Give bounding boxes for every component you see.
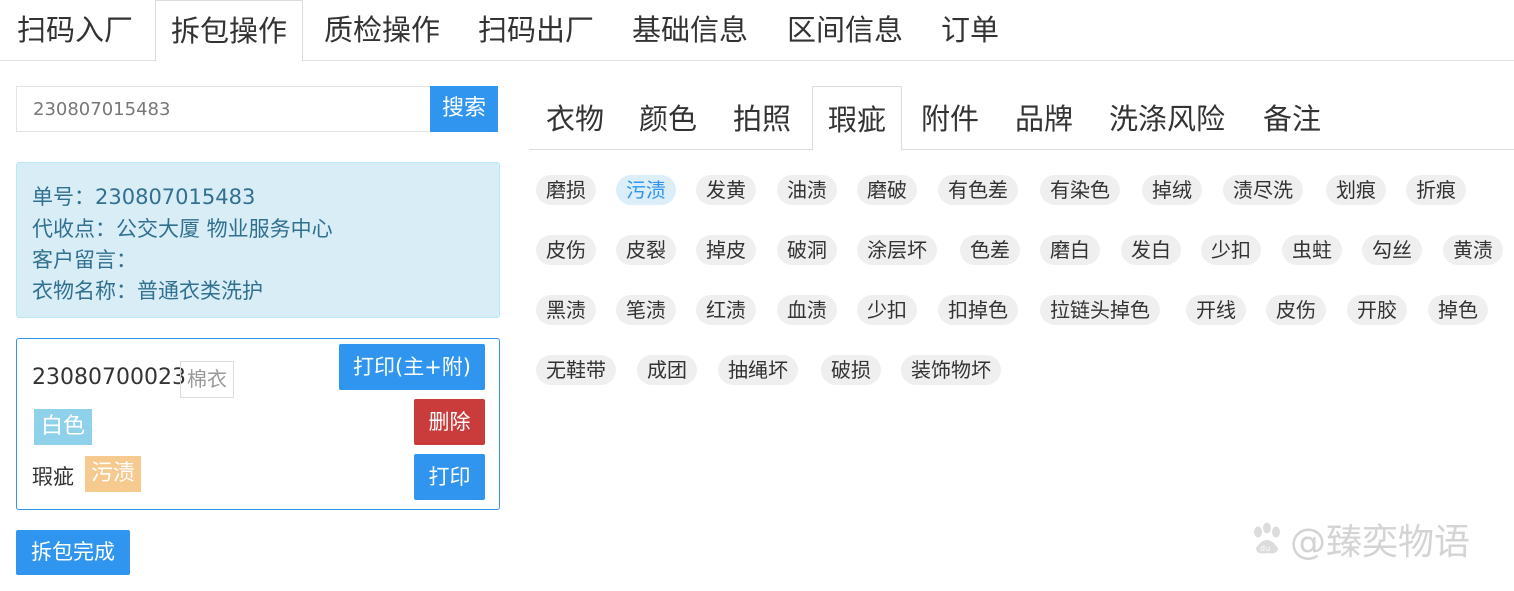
defect-chip[interactable]: 开胶 xyxy=(1347,295,1407,325)
item-name: 衣物名称：普通衣类洗护 xyxy=(32,279,263,303)
defect-chip[interactable]: 磨损 xyxy=(536,175,596,205)
tab-attachments[interactable]: 附件 xyxy=(921,86,979,150)
defect-chip[interactable]: 皮伤 xyxy=(536,235,596,265)
defect-chip[interactable]: 折痕 xyxy=(1406,175,1466,205)
defect-chip[interactable]: 掉色 xyxy=(1428,295,1488,325)
paw-logo-icon: du xyxy=(1254,522,1280,554)
defect-chip[interactable]: 油渍 xyxy=(777,175,837,205)
defect-chip[interactable]: 扣掉色 xyxy=(938,295,1018,325)
defect-chip[interactable]: 红渍 xyxy=(696,295,756,325)
defect-chip[interactable]: 拉链头掉色 xyxy=(1040,295,1160,325)
watermark-text: @臻奕物语 xyxy=(1290,522,1471,563)
defect-chip[interactable]: 笔渍 xyxy=(616,295,676,325)
tab-scan-in[interactable]: 扫码入厂 xyxy=(17,0,133,61)
order-info-panel: 单号：230807015483 代收点：公交大厦 物业服务中心 客户留言： 衣物… xyxy=(16,162,500,318)
defect-chip[interactable]: 涂层坏 xyxy=(857,235,937,265)
tab-brand[interactable]: 品牌 xyxy=(1015,86,1073,150)
defect-chip[interactable]: 渍尽洗 xyxy=(1223,175,1303,205)
order-number: 单号：230807015483 xyxy=(32,185,256,209)
collection-point: 代收点：公交大厦 物业服务中心 xyxy=(32,217,333,241)
tab-photo[interactable]: 拍照 xyxy=(733,86,791,150)
defect-chip[interactable]: 磨白 xyxy=(1040,235,1100,265)
defect-chip[interactable]: 少扣 xyxy=(1201,235,1261,265)
search-button[interactable]: 搜索 xyxy=(430,86,498,132)
defect-chip[interactable]: 无鞋带 xyxy=(536,355,616,385)
defect-chip[interactable]: 抽绳坏 xyxy=(718,355,798,385)
customer-note: 客户留言： xyxy=(32,248,137,272)
tab-scan-out[interactable]: 扫码出厂 xyxy=(478,0,594,61)
defect-chip[interactable]: 皮伤 xyxy=(1266,295,1326,325)
tab-unpack[interactable]: 拆包操作 xyxy=(155,0,304,62)
defect-chip[interactable]: 有染色 xyxy=(1040,175,1120,205)
defect-chip[interactable]: 血渍 xyxy=(777,295,837,325)
top-nav-tabs: 扫码入厂 拆包操作 质检操作 扫码出厂 基础信息 区间信息 订单 xyxy=(0,0,1514,62)
defect-chip[interactable]: 装饰物坏 xyxy=(901,355,1001,385)
tab-orders[interactable]: 订单 xyxy=(941,0,999,61)
defect-chip[interactable]: 掉绒 xyxy=(1142,175,1202,205)
defect-chip[interactable]: 划痕 xyxy=(1326,175,1386,205)
item-defect-tag: 污渍 xyxy=(85,456,142,492)
defect-chip[interactable]: 掉皮 xyxy=(696,235,756,265)
defect-title: 瑕疵 xyxy=(32,465,74,489)
tab-range-info[interactable]: 区间信息 xyxy=(787,0,903,61)
print-main-attachment-button[interactable]: 打印(主+附) xyxy=(339,344,485,390)
defect-chip[interactable]: 破洞 xyxy=(777,235,837,265)
defect-chip[interactable]: 皮裂 xyxy=(616,235,676,265)
defect-chip[interactable]: 破损 xyxy=(821,355,881,385)
tab-wash-risk[interactable]: 洗涤风险 xyxy=(1109,86,1225,150)
category-tabs: 衣物 颜色 拍照 瑕疵 附件 品牌 洗涤风险 备注 xyxy=(529,86,1514,151)
defect-chip[interactable]: 色差 xyxy=(960,235,1020,265)
item-number: 23080700023 xyxy=(32,365,186,390)
defect-chip[interactable]: 黄渍 xyxy=(1443,235,1503,265)
tab-color[interactable]: 颜色 xyxy=(639,86,697,150)
tab-remarks[interactable]: 备注 xyxy=(1263,86,1321,150)
tab-basic-info[interactable]: 基础信息 xyxy=(632,0,748,61)
item-type-tag: 棉衣 xyxy=(180,361,234,398)
print-button[interactable]: 打印 xyxy=(414,454,485,500)
defect-chip[interactable]: 少扣 xyxy=(857,295,917,325)
defect-chip[interactable]: 开线 xyxy=(1186,295,1246,325)
delete-button[interactable]: 删除 xyxy=(414,399,485,445)
search-input[interactable] xyxy=(16,86,431,132)
tab-clothing[interactable]: 衣物 xyxy=(546,86,604,150)
defect-chip[interactable]: 黑渍 xyxy=(536,295,596,325)
defect-chip[interactable]: 有色差 xyxy=(938,175,1018,205)
defect-chip[interactable]: 成团 xyxy=(637,355,697,385)
defect-chip[interactable]: 勾丝 xyxy=(1362,235,1422,265)
defect-chip[interactable]: 发黄 xyxy=(696,175,756,205)
item-color-tag: 白色 xyxy=(34,409,93,445)
tab-defects[interactable]: 瑕疵 xyxy=(812,86,903,151)
unpack-complete-button[interactable]: 拆包完成 xyxy=(16,530,130,575)
item-card: 23080700023 棉衣 白色 瑕疵 污渍 打印(主+附) 删除 打印 xyxy=(16,338,500,510)
defect-chip-selected[interactable]: 污渍 xyxy=(616,175,676,205)
svg-text:du: du xyxy=(1260,544,1270,553)
watermark: du @臻奕物语 xyxy=(1248,514,1470,564)
defect-chip[interactable]: 虫蛀 xyxy=(1282,235,1342,265)
defect-chip[interactable]: 磨破 xyxy=(857,175,917,205)
defect-chip[interactable]: 发白 xyxy=(1121,235,1181,265)
tab-quality-check[interactable]: 质检操作 xyxy=(324,0,440,61)
